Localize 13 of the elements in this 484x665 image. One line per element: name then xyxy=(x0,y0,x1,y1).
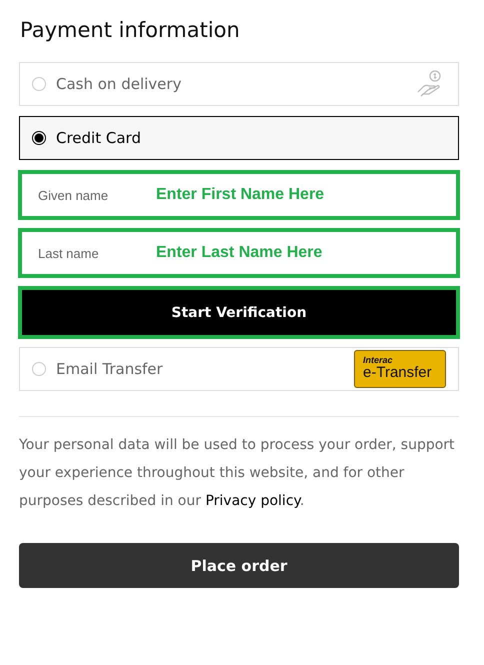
start-verification-button[interactable]: Start Verification xyxy=(22,290,456,335)
option-label: Cash on delivery xyxy=(56,75,182,93)
radio-button[interactable] xyxy=(32,131,46,145)
place-order-button[interactable]: Place order xyxy=(19,543,459,588)
payment-option[interactable]: Credit Card xyxy=(19,116,459,160)
payment-option[interactable]: Cash on delivery xyxy=(19,62,459,106)
payment-option[interactable]: Email Transfer Interac e-Transfer xyxy=(19,347,459,391)
privacy-notice: Your personal data will be used to process your order, support your experience throughout this website, and for other purposes described in our Privacy policy. xyxy=(19,436,456,511)
section-title: Payment information xyxy=(20,18,241,42)
privacy-policy-link[interactable]: Privacy policy xyxy=(205,493,300,509)
option-label: Credit Card xyxy=(56,129,142,147)
option-label: Email Transfer xyxy=(56,360,164,378)
etransfer-logo: Interac e-Transfer xyxy=(354,350,446,388)
